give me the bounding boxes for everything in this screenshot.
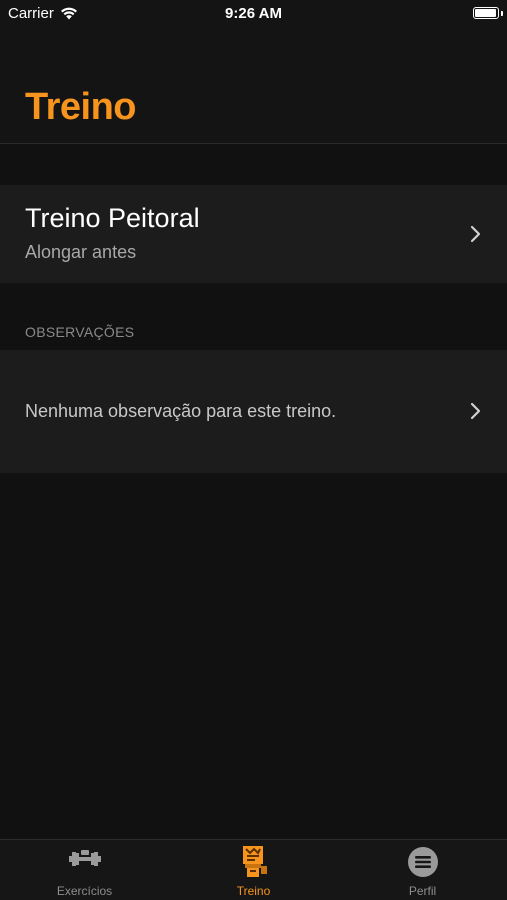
workout-subtitle: Alongar antes	[25, 242, 137, 262]
tab-label: Treino	[236, 884, 271, 898]
status-bar: Carrier 9:26 AM	[0, 0, 507, 28]
tab-label: Perfil	[408, 884, 437, 898]
battery-icon	[473, 7, 499, 19]
workout-title: Treino Peitoral	[25, 203, 200, 233]
tab-exercicios[interactable]: Exercícios	[0, 840, 169, 900]
tab-bar: Exercícios Treino Perfil	[0, 839, 507, 900]
menu-circle-icon	[407, 847, 438, 877]
screen: Carrier 9:26 AM Treino Treino Peitoral A…	[0, 0, 507, 900]
notes-section-header: OBSERVAÇÕES	[25, 324, 135, 340]
battery-fill	[475, 9, 496, 17]
tab-perfil[interactable]: Perfil	[338, 840, 507, 900]
notes-cell[interactable]: Nenhuma observação para este treino.	[0, 350, 507, 473]
workout-board-icon	[242, 846, 267, 877]
tab-treino[interactable]: Treino	[169, 840, 338, 900]
page-title: Treino	[25, 86, 137, 128]
status-time: 9:26 AM	[225, 5, 282, 22]
battery-tip	[501, 11, 503, 16]
nav-header: Treino	[0, 28, 507, 144]
chevron-right-icon	[470, 225, 481, 243]
dumbbell-icon	[68, 850, 101, 866]
chevron-right-icon	[470, 402, 481, 420]
tab-label: Exercícios	[56, 884, 113, 898]
workout-cell[interactable]: Treino Peitoral Alongar antes	[0, 185, 507, 283]
notes-text: Nenhuma observação para este treino.	[25, 401, 337, 421]
